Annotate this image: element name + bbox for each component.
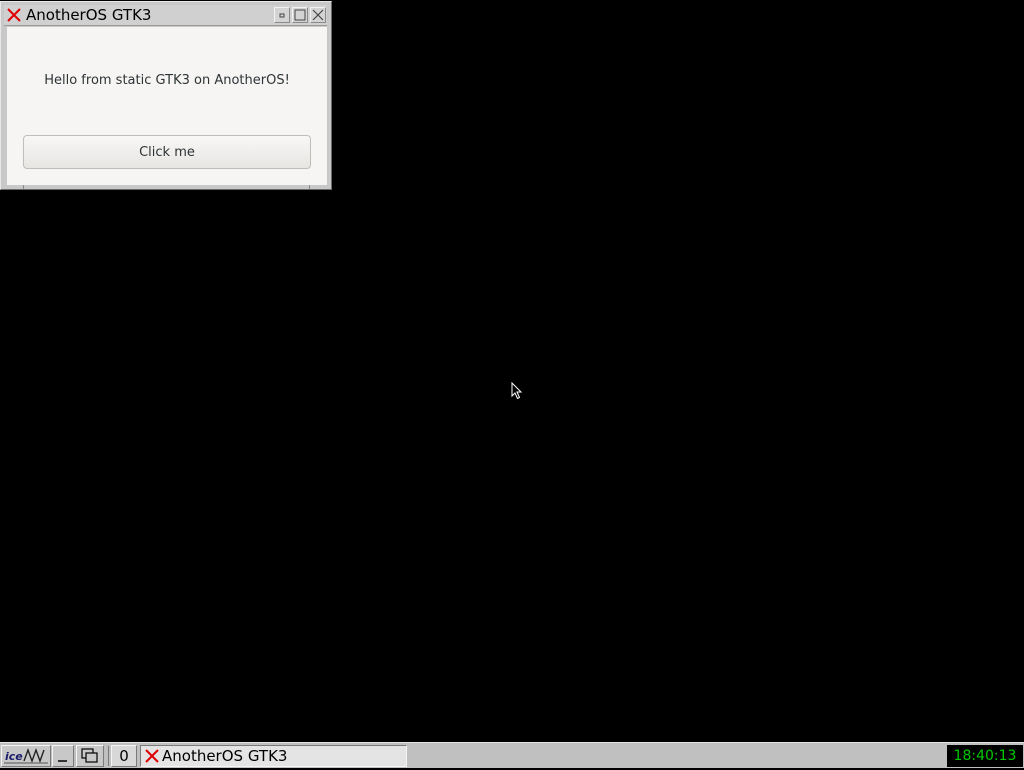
hello-label: Hello from static GTK3 on AnotherOS! — [44, 73, 290, 88]
app-window: AnotherOS GTK3 Hello from static GTK3 on… — [0, 1, 332, 190]
task-item-label: AnotherOS GTK3 — [162, 747, 288, 765]
clock[interactable]: 18:40:13 — [947, 745, 1023, 767]
minimize-icon — [279, 13, 285, 18]
window-list-icon — [81, 748, 98, 763]
icewm-logo-icon: ice — [4, 747, 48, 764]
close-icon — [312, 9, 324, 21]
app-x-icon — [144, 748, 160, 764]
click-me-button[interactable]: Click me — [23, 135, 311, 169]
maximize-button[interactable] — [292, 7, 308, 23]
mouse-pointer-icon — [511, 382, 523, 400]
frame-resize-notch[interactable] — [23, 185, 24, 189]
taskbar: ice 0 AnotherOS GTK3 18:40:13 — [0, 742, 1024, 768]
minimize-button[interactable] — [274, 7, 290, 23]
window-title: AnotherOS GTK3 — [26, 6, 152, 24]
title-bar[interactable]: AnotherOS GTK3 — [4, 5, 327, 26]
taskbar-separator — [108, 746, 109, 766]
close-button[interactable] — [310, 7, 326, 23]
start-menu-button[interactable]: ice — [1, 745, 51, 767]
window-list-button[interactable] — [76, 745, 104, 767]
frame-resize-notch[interactable] — [309, 185, 310, 189]
minimize-all-icon — [58, 760, 67, 762]
maximize-icon — [294, 9, 306, 21]
app-x-icon[interactable] — [6, 7, 22, 23]
show-desktop-button[interactable] — [52, 745, 74, 767]
workspace-button[interactable]: 0 — [111, 745, 137, 767]
svg-text:ice: ice — [5, 750, 23, 763]
task-item-anotheros-gtk3[interactable]: AnotherOS GTK3 — [140, 745, 407, 767]
window-content: Hello from static GTK3 on AnotherOS! Cli… — [7, 27, 327, 185]
